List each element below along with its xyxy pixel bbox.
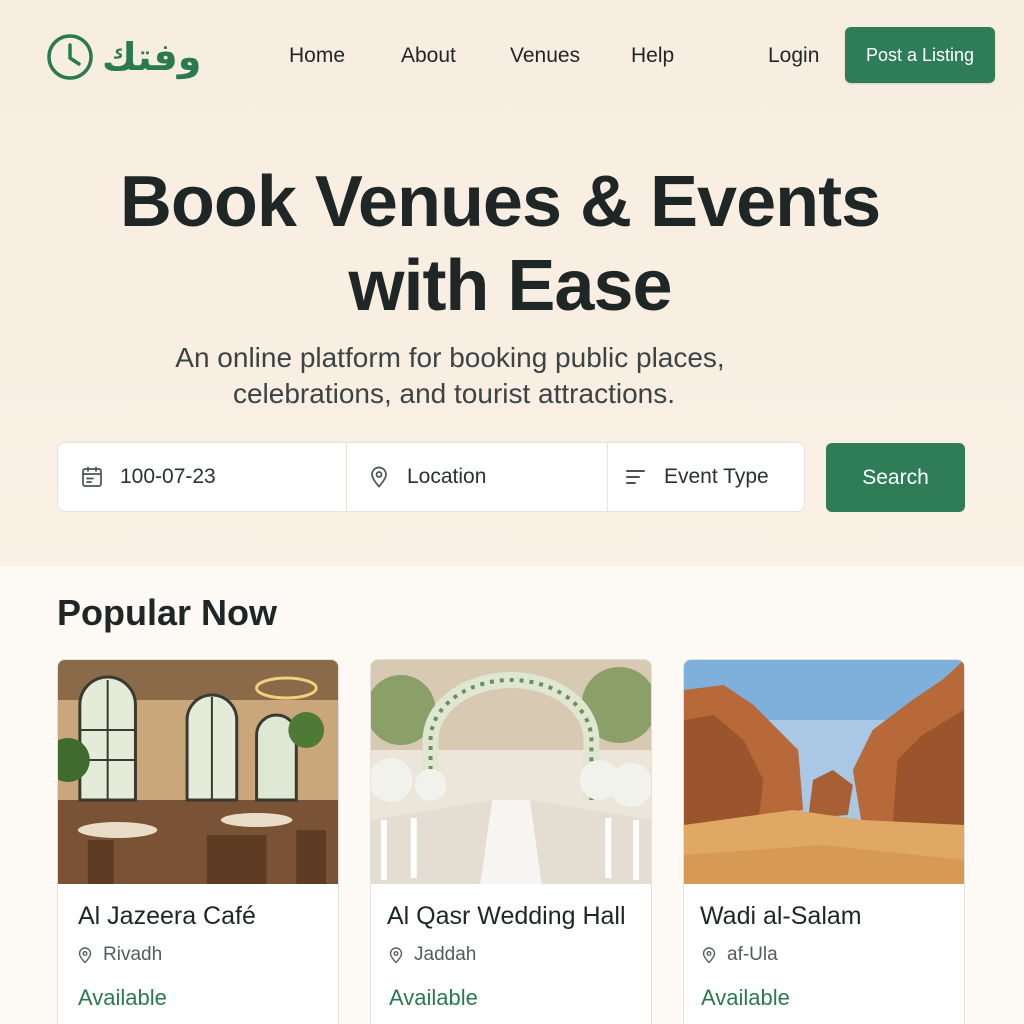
card-location: af-Ula <box>700 944 778 966</box>
card-location: Jaddah <box>387 944 476 966</box>
card-location-text: Rivadh <box>103 944 163 965</box>
card-location: Rivadh <box>76 944 162 966</box>
hero-subtitle-line1: An online platform for booking public pl… <box>175 342 725 373</box>
search-bar: 100-07-23 Location Event Type <box>57 442 805 512</box>
card-status: Available <box>389 985 478 1010</box>
location-pin-icon <box>367 465 391 489</box>
filter-lines-icon <box>624 465 648 489</box>
desert-canyon-image <box>684 660 964 884</box>
event-type-field[interactable]: Event Type <box>607 443 804 511</box>
nav-help[interactable]: Help <box>631 41 674 71</box>
card-status: Available <box>78 985 167 1010</box>
nav-venues[interactable]: Venues <box>510 41 580 71</box>
location-pin-icon <box>389 947 403 964</box>
hero-subtitle: An online platform for booking public pl… <box>0 340 900 412</box>
event-type-placeholder: Event Type <box>664 465 769 488</box>
search-button[interactable]: Search <box>826 443 965 512</box>
card-location-text: Jaddah <box>414 944 477 965</box>
location-pin-icon <box>702 947 716 964</box>
hero-title: Book Venues & Events with Ease <box>0 160 1000 328</box>
calendar-icon <box>80 465 104 489</box>
login-link[interactable]: Login <box>768 41 819 71</box>
card-status: Available <box>701 985 790 1010</box>
nav-about[interactable]: About <box>401 41 456 71</box>
cafe-interior-image <box>58 660 338 884</box>
venue-card[interactable]: Al Jazeera Café Rivadh Available <box>57 659 339 1024</box>
wedding-aisle-image <box>371 660 651 884</box>
hero-subtitle-line2: celebrations, and tourist attractions. <box>232 378 675 409</box>
venue-card[interactable]: Al Qasr Wedding Hall Jaddah Available <box>370 659 652 1024</box>
card-title: Wadi al-Salam <box>700 902 862 930</box>
card-title: Al Jazeera Café <box>78 902 256 930</box>
card-title: Al Qasr Wedding Hall <box>387 902 626 930</box>
hero-title-line2: with Ease <box>348 246 672 326</box>
location-field[interactable]: Location <box>346 443 607 511</box>
card-location-text: af-Ula <box>727 944 778 965</box>
hero-title-line1: Book Venues & Events <box>119 162 881 242</box>
section-title: Popular Now <box>57 592 278 633</box>
date-value: 100-07-23 <box>120 465 216 488</box>
date-field[interactable]: 100-07-23 <box>58 443 346 511</box>
location-placeholder: Location <box>407 465 487 488</box>
venue-card[interactable]: Wadi al-Salam af-Ula Available <box>683 659 965 1024</box>
location-pin-icon <box>78 947 92 964</box>
nav-home[interactable]: Home <box>289 41 345 71</box>
post-listing-button[interactable]: Post a Listing <box>845 27 995 83</box>
